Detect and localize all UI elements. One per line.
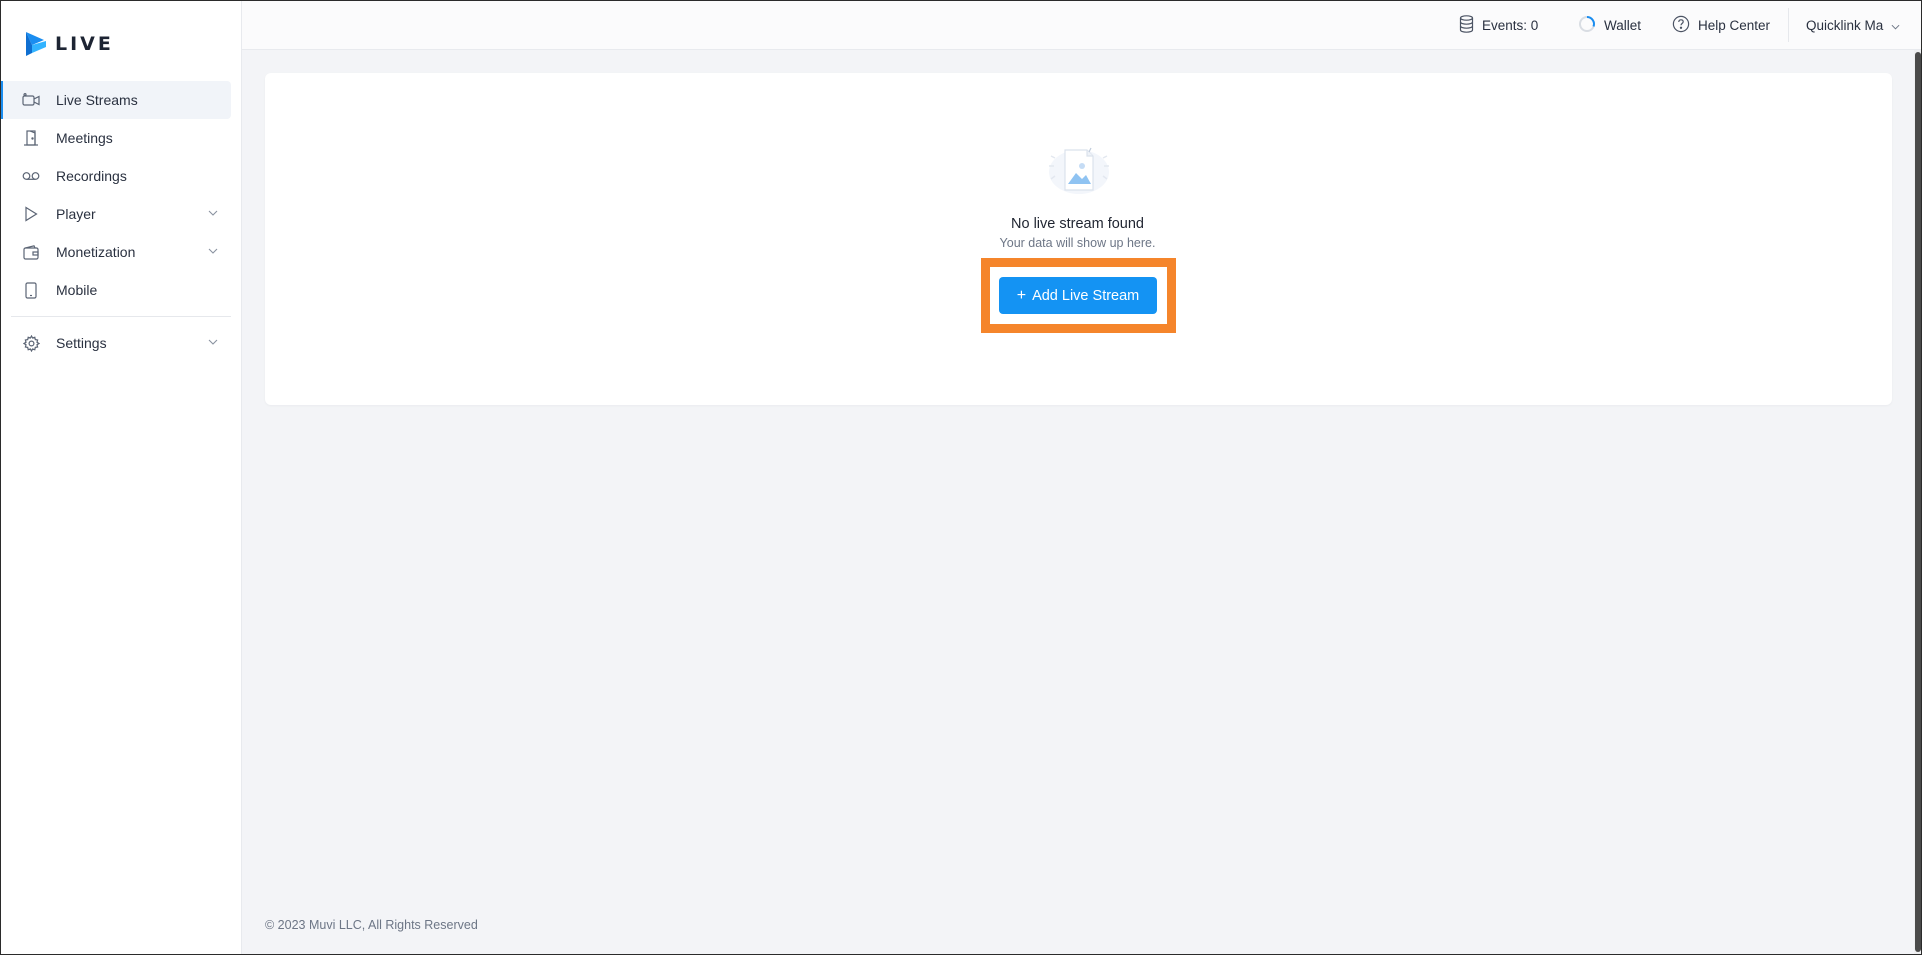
play-icon	[22, 205, 40, 223]
wallet-link[interactable]: Wallet	[1578, 0, 1641, 50]
top-bar: Events: 0 Wallet Help Center Quicklink M…	[242, 0, 1922, 50]
page-scrollbar[interactable]	[1914, 50, 1922, 955]
video-camera-icon	[22, 91, 40, 109]
sidebar-item-label: Mobile	[56, 282, 98, 298]
sidebar-item-label: Meetings	[56, 130, 113, 146]
brand-logo-icon	[26, 32, 46, 56]
sidebar-item-monetization[interactable]: Monetization	[0, 233, 231, 271]
chevron-down-icon[interactable]	[207, 245, 219, 257]
sidebar-item-live-streams[interactable]: Live Streams	[0, 81, 231, 119]
account-menu[interactable]: Quicklink Ma	[1806, 0, 1900, 50]
sidebar-item-meetings[interactable]: Meetings	[0, 119, 231, 157]
events-counter[interactable]: Events: 0	[1459, 0, 1538, 50]
sidebar-item-label: Monetization	[56, 244, 136, 260]
plus-icon: +	[1016, 286, 1027, 304]
sidebar-item-recordings[interactable]: Recordings	[0, 157, 231, 195]
events-label: Events: 0	[1482, 17, 1539, 33]
scrollbar-thumb[interactable]	[1915, 52, 1921, 952]
wallet-icon	[22, 243, 40, 261]
sidebar-item-settings[interactable]: Settings	[0, 324, 231, 362]
sidebar-item-label: Live Streams	[56, 92, 138, 108]
wallet-label: Wallet	[1604, 17, 1642, 33]
help-center-label: Help Center	[1698, 17, 1771, 33]
logo-text: LIVE	[55, 33, 114, 55]
add-live-stream-button[interactable]: + Add Live Stream	[999, 277, 1157, 314]
gear-icon	[22, 334, 40, 352]
sidebar-item-label: Settings	[56, 335, 107, 351]
sidebar-item-player[interactable]: Player	[0, 195, 231, 233]
footer-copyright: © 2023 Muvi LLC, All Rights Reserved	[265, 918, 478, 932]
add-live-stream-label: Add Live Stream	[1032, 287, 1140, 304]
sidebar-item-mobile[interactable]: Mobile	[0, 271, 231, 309]
chevron-down-icon[interactable]	[207, 207, 219, 219]
topbar-divider	[1788, 8, 1789, 42]
voicemail-icon	[22, 167, 40, 185]
chevron-down-icon	[1891, 18, 1900, 33]
sidebar-item-label: Recordings	[56, 168, 127, 184]
account-name: Quicklink Ma	[1806, 17, 1884, 33]
mobile-icon	[22, 281, 40, 299]
chevron-down-icon[interactable]	[207, 336, 219, 348]
sidebar-divider	[11, 316, 231, 317]
help-center-link[interactable]: Help Center	[1672, 0, 1770, 50]
question-circle-icon	[1672, 15, 1690, 36]
door-icon	[22, 129, 40, 147]
wallet-progress-icon	[1578, 15, 1596, 36]
empty-state-subtitle: Your data will show up here.	[999, 236, 1156, 250]
empty-state-title: No live stream found	[1011, 216, 1144, 232]
database-icon	[1459, 14, 1474, 36]
app-logo[interactable]: LIVE	[24, 30, 114, 58]
sidebar: LIVE Live Streams Meetings Recordings Pl…	[0, 0, 242, 955]
empty-image-icon	[1045, 144, 1113, 198]
sidebar-item-label: Player	[56, 206, 96, 222]
sidebar-nav: Live Streams Meetings Recordings Player …	[0, 81, 242, 362]
